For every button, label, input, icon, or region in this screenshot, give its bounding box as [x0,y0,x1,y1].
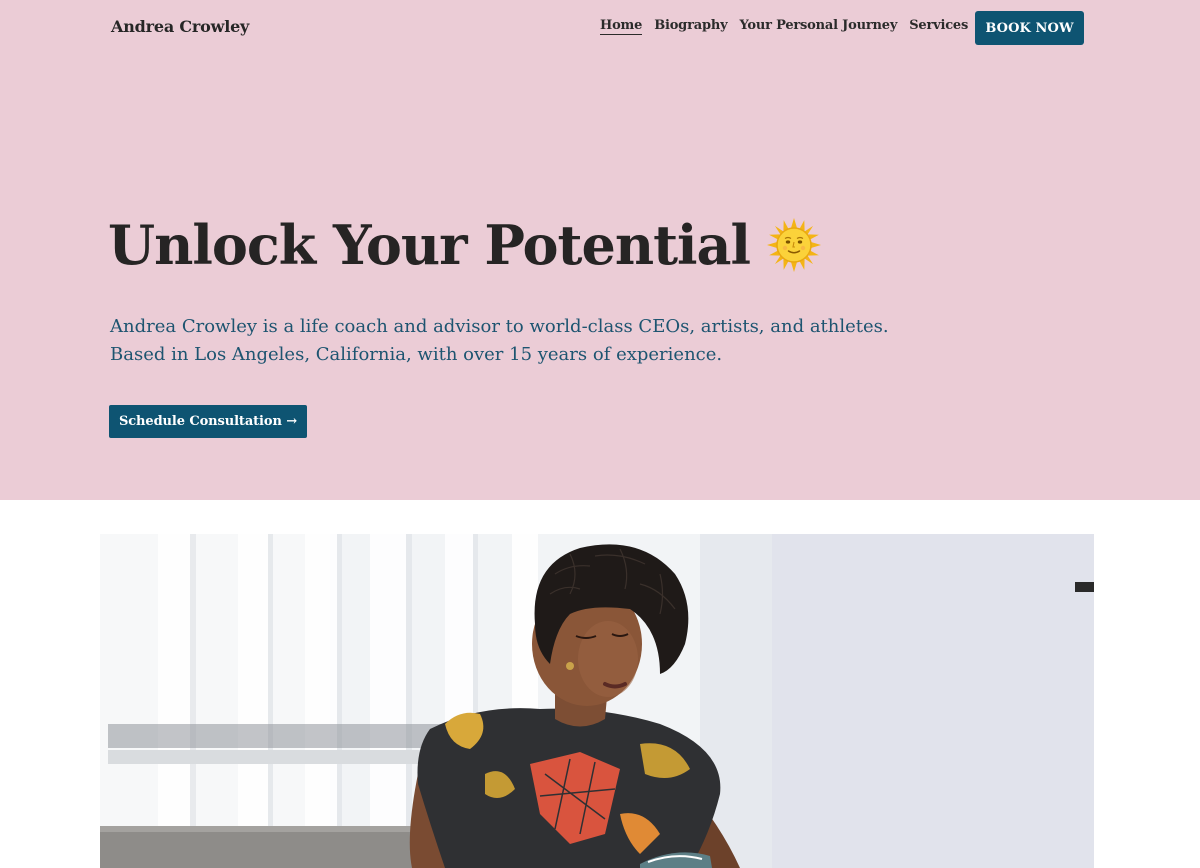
nav-links: Home Biography Your Personal Journey Ser… [600,18,968,35]
photo-illustration [100,534,1094,868]
schedule-consultation-button[interactable]: Schedule Consultation → [109,405,307,438]
hero-description-line-1: Andrea Crowley is a life coach and advis… [110,316,889,337]
woman-reading-photo [100,534,1094,868]
sun-with-face-icon [767,218,822,272]
hero-description: Andrea Crowley is a life coach and advis… [110,313,910,369]
nav-link-personal-journey[interactable]: Your Personal Journey [739,18,897,35]
hero-section: Andrea Crowley Home Biography Your Perso… [0,0,1200,500]
brand-logo[interactable]: Andrea Crowley [111,17,249,36]
top-nav: Andrea Crowley Home Biography Your Perso… [0,0,1200,56]
page-title: Unlock Your Potential [108,213,751,277]
nav-link-biography[interactable]: Biography [654,18,727,35]
nav-link-home[interactable]: Home [600,18,642,35]
book-now-button[interactable]: BOOK NOW [975,11,1084,45]
hero-heading: Unlock Your Potential [108,213,822,277]
nav-link-services[interactable]: Services [909,18,968,35]
hero-description-line-2: Based in Los Angeles, California, with o… [110,344,723,365]
